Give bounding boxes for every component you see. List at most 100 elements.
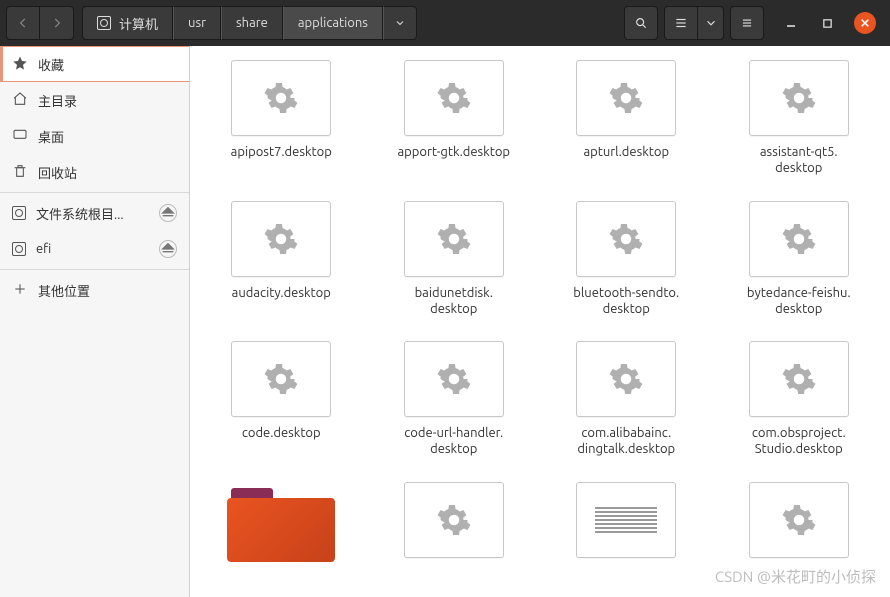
- file-item[interactable]: baidunetdisk. desktop: [373, 201, 536, 318]
- file-grid-area[interactable]: apipost7.desktop apport-gtk.desktop apturl…: [190, 46, 890, 597]
- file-thumbnail: [576, 201, 676, 277]
- gear-icon: [781, 80, 817, 116]
- sidebar-separator: [0, 269, 189, 270]
- file-item[interactable]: com.alibabainc. dingtalk.desktop: [545, 341, 708, 458]
- close-button[interactable]: [854, 12, 876, 34]
- sidebar-item-trash[interactable]: 回收站: [0, 154, 189, 190]
- back-button[interactable]: [6, 6, 40, 40]
- sidebar-item-label: 回收站: [38, 163, 77, 182]
- file-item[interactable]: [718, 482, 881, 570]
- home-icon: [12, 91, 28, 110]
- gear-icon: [781, 221, 817, 257]
- maximize-button[interactable]: [818, 14, 836, 32]
- sidebar-item-desktop[interactable]: 桌面: [0, 118, 189, 154]
- gear-icon: [608, 80, 644, 116]
- nav-back-forward: [6, 6, 74, 40]
- desktop-icon: [12, 127, 28, 146]
- text-file-icon: [576, 482, 676, 558]
- file-label: bytedance-feishu. desktop: [747, 285, 851, 318]
- file-label: apturl.desktop: [583, 144, 669, 160]
- disk-icon: [12, 242, 26, 256]
- file-item[interactable]: code.desktop: [200, 341, 363, 458]
- path-overflow-button[interactable]: [383, 6, 417, 40]
- gear-icon: [608, 361, 644, 397]
- file-item[interactable]: [200, 482, 363, 570]
- sidebar-item-label: 收藏: [38, 55, 64, 74]
- sidebar-item-label: 桌面: [38, 127, 64, 146]
- sidebar-separator: [0, 192, 189, 193]
- file-thumbnail: [749, 201, 849, 277]
- file-label: code.desktop: [242, 425, 321, 441]
- trash-icon: [12, 163, 28, 182]
- view-dropdown-button[interactable]: [698, 6, 724, 40]
- file-item[interactable]: audacity.desktop: [200, 201, 363, 318]
- gear-icon: [436, 502, 472, 538]
- disk-icon: [97, 16, 111, 30]
- eject-button[interactable]: [159, 204, 177, 222]
- gear-icon: [263, 221, 299, 257]
- gear-icon: [263, 361, 299, 397]
- gear-icon: [608, 221, 644, 257]
- file-label: apport-gtk.desktop: [397, 144, 510, 160]
- file-label: com.alibabainc. dingtalk.desktop: [577, 425, 675, 458]
- eject-button[interactable]: [159, 240, 177, 258]
- titlebar: 计算机 usr share applications: [0, 0, 890, 46]
- file-label: assistant-qt5. desktop: [760, 144, 838, 177]
- path-seg-usr[interactable]: usr: [173, 6, 221, 40]
- minimize-button[interactable]: [782, 14, 800, 32]
- sidebar-item-label: 其他位置: [38, 281, 90, 300]
- window-controls: [782, 12, 876, 34]
- path-seg-applications[interactable]: applications: [283, 6, 383, 40]
- sidebar-item-favorites[interactable]: 收藏: [0, 46, 189, 82]
- file-label: com.obsproject. Studio.desktop: [752, 425, 846, 458]
- path-seg-share[interactable]: share: [221, 6, 283, 40]
- file-thumbnail: [231, 60, 331, 136]
- file-thumbnail: [404, 482, 504, 558]
- file-item[interactable]: bluetooth-sendto. desktop: [545, 201, 708, 318]
- file-thumbnail: [231, 341, 331, 417]
- file-thumbnail: [576, 341, 676, 417]
- file-label: bluetooth-sendto. desktop: [573, 285, 679, 318]
- gear-icon: [781, 502, 817, 538]
- forward-button[interactable]: [40, 6, 74, 40]
- file-item[interactable]: assistant-qt5. desktop: [718, 60, 881, 177]
- file-thumbnail: [231, 201, 331, 277]
- gear-icon: [436, 361, 472, 397]
- star-icon: [12, 55, 28, 74]
- file-item[interactable]: com.obsproject. Studio.desktop: [718, 341, 881, 458]
- sidebar-mount-rootfs[interactable]: 文件系统根目...: [0, 195, 189, 231]
- file-label: baidunetdisk. desktop: [415, 285, 493, 318]
- hamburger-menu-button[interactable]: [730, 6, 764, 40]
- file-label: apipost7.desktop: [231, 144, 332, 160]
- file-item[interactable]: [373, 482, 536, 570]
- sidebar-mount-efi[interactable]: efi: [0, 231, 189, 267]
- sidebar-item-home[interactable]: 主目录: [0, 82, 189, 118]
- file-label: audacity.desktop: [232, 285, 331, 301]
- sidebar-item-label: efi: [36, 242, 51, 256]
- file-thumbnail: [576, 60, 676, 136]
- sidebar-item-other-locations[interactable]: 其他位置: [0, 272, 189, 308]
- file-thumbnail: [404, 201, 504, 277]
- gear-icon: [263, 80, 299, 116]
- path-bar: 计算机 usr share applications: [82, 6, 417, 40]
- search-button[interactable]: [624, 6, 658, 40]
- sidebar-item-label: 文件系统根目...: [36, 204, 124, 223]
- file-thumbnail: [749, 60, 849, 136]
- file-item[interactable]: code-url-handler. desktop: [373, 341, 536, 458]
- disk-icon: [12, 206, 26, 220]
- sidebar-item-label: 主目录: [38, 91, 77, 110]
- path-root[interactable]: 计算机: [82, 6, 173, 40]
- file-item[interactable]: bytedance-feishu. desktop: [718, 201, 881, 318]
- view-list-button[interactable]: [664, 6, 698, 40]
- file-thumbnail: [749, 341, 849, 417]
- file-thumbnail: [749, 482, 849, 558]
- file-item[interactable]: apipost7.desktop: [200, 60, 363, 177]
- file-thumbnail: [404, 341, 504, 417]
- file-item[interactable]: apport-gtk.desktop: [373, 60, 536, 177]
- file-label: code-url-handler. desktop: [404, 425, 503, 458]
- file-item[interactable]: [545, 482, 708, 570]
- file-item[interactable]: apturl.desktop: [545, 60, 708, 177]
- folder-icon: [227, 482, 335, 562]
- gear-icon: [436, 221, 472, 257]
- sidebar: 收藏 主目录 桌面 回收站 文件系统根目... efi 其他位置: [0, 46, 190, 597]
